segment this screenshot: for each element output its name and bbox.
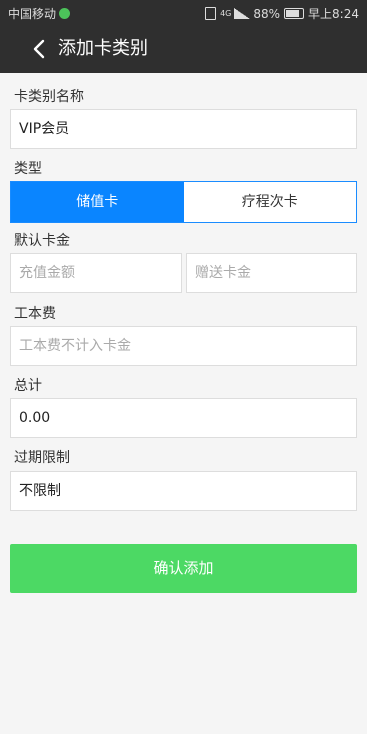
vibrate-icon: [205, 7, 217, 20]
card-name-input[interactable]: VIP会员: [10, 109, 357, 149]
clock: 早上8:24: [308, 7, 359, 21]
network-type: 4G: [220, 9, 232, 18]
default-amount-label: 默认卡金: [14, 233, 70, 249]
back-button[interactable]: [27, 37, 51, 61]
wechat-icon: [59, 8, 71, 19]
type-option-stored-value[interactable]: 储值卡: [11, 182, 184, 222]
type-segmented-control: 储值卡 疗程次卡: [10, 181, 357, 223]
expiry-label: 过期限制: [14, 450, 70, 466]
total-value-field: 0.00: [10, 398, 357, 438]
labor-fee-input[interactable]: 工本费不计入卡金: [10, 326, 357, 366]
battery-percent: 88%: [253, 6, 281, 21]
labor-fee-label: 工本费: [14, 306, 56, 322]
confirm-add-button[interactable]: 确认添加: [10, 544, 357, 593]
carrier-label: 中国移动: [8, 7, 57, 21]
nav-bar: 添加卡类别: [0, 25, 367, 73]
type-label: 类型: [14, 161, 42, 177]
recharge-amount-input[interactable]: 充值金额: [10, 253, 182, 293]
bonus-amount-input[interactable]: 赠送卡金: [186, 253, 357, 293]
signal-icon: [234, 8, 251, 19]
card-name-label: 卡类别名称: [14, 89, 84, 105]
expiry-select[interactable]: 不限制: [10, 471, 357, 511]
total-label: 总计: [14, 378, 42, 394]
type-option-treatment-count[interactable]: 疗程次卡: [184, 182, 357, 222]
page-title: 添加卡类别: [58, 38, 148, 59]
status-bar: 中国移动 4G 88% 早上8:24: [0, 0, 367, 25]
chevron-left-icon: [33, 39, 45, 59]
battery-icon: [284, 8, 305, 19]
